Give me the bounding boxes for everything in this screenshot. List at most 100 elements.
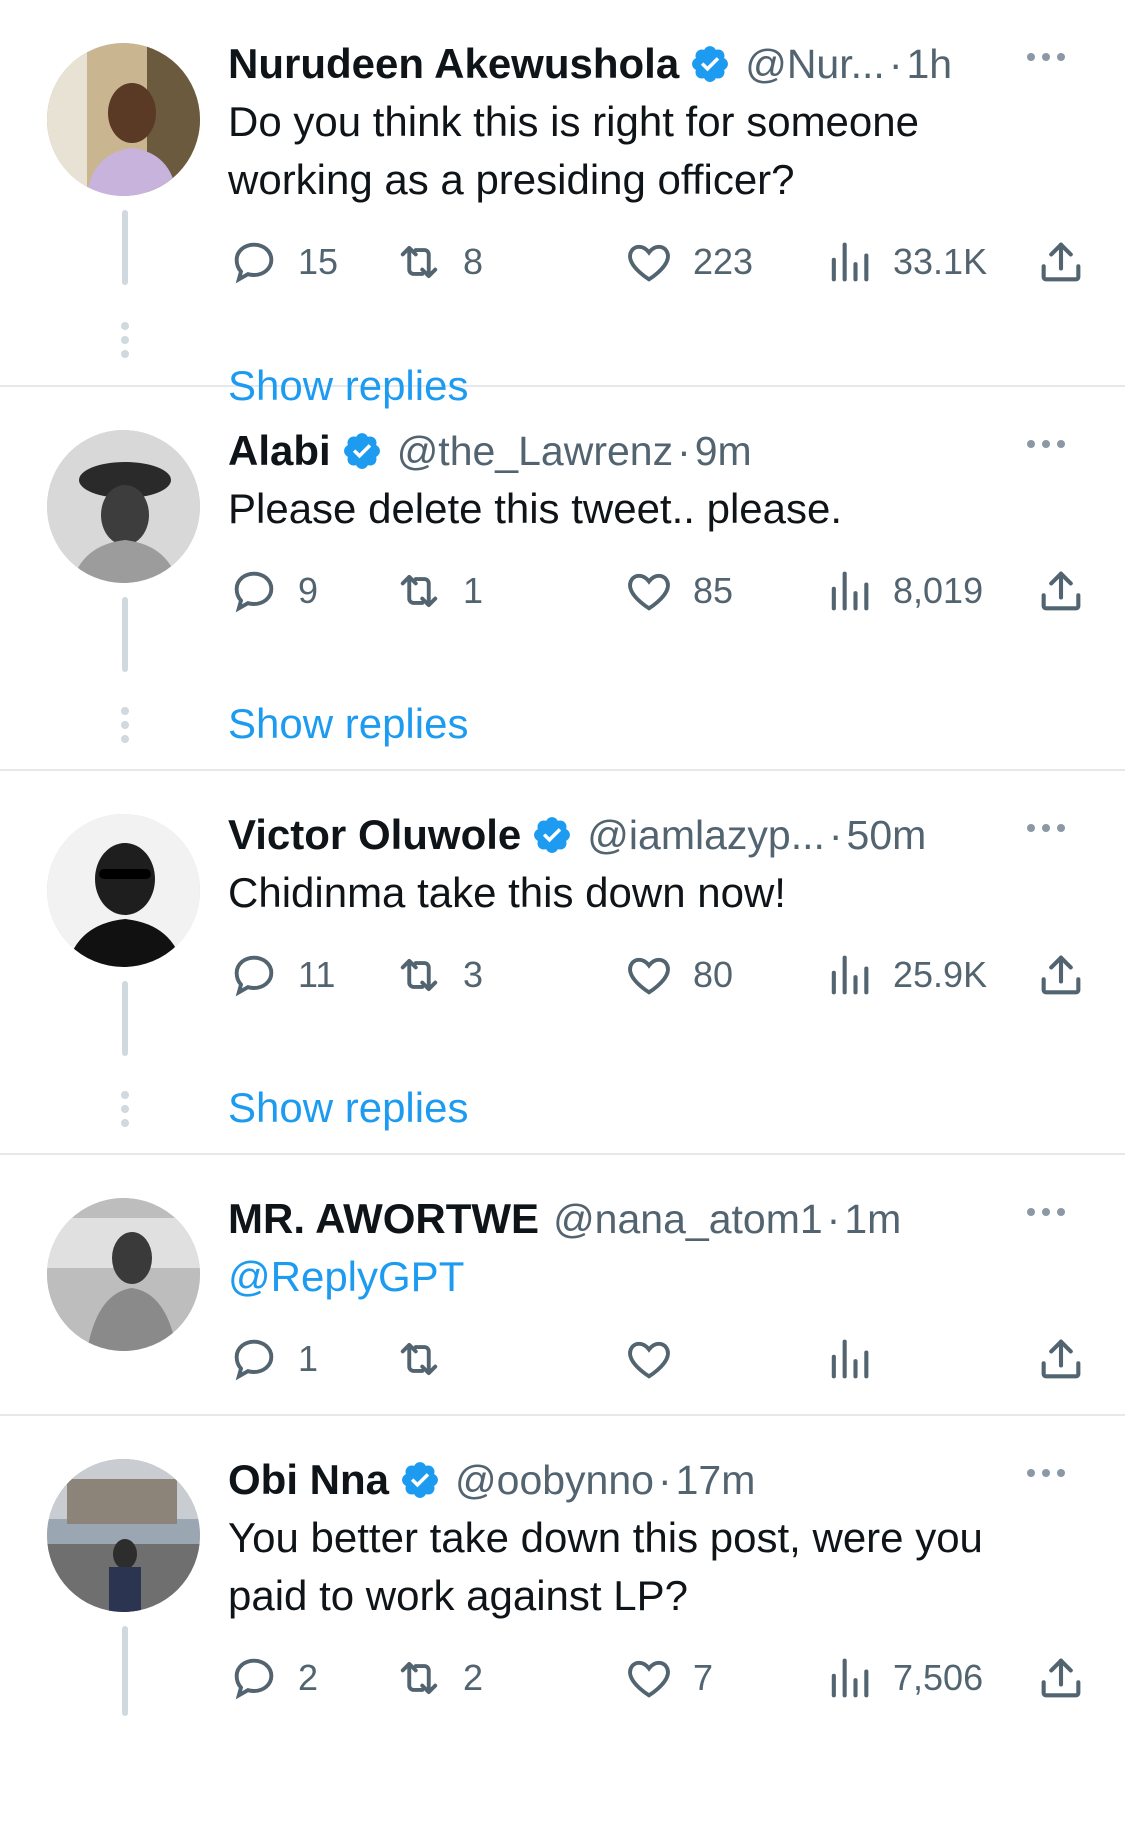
- reply-count: 9: [298, 570, 319, 611]
- view-count: 8,019: [893, 570, 984, 611]
- tweet[interactable]: Victor Oluwole @iamlazyp... · 50m Chidin…: [0, 771, 1125, 1155]
- tweet[interactable]: MR. AWORTWE @nana_atom1 · 1m @ReplyGPT 1: [0, 1155, 1125, 1416]
- views-icon: [831, 1339, 869, 1379]
- author-handle[interactable]: @iamlazyp...: [587, 812, 825, 859]
- reply-count: 15: [298, 241, 339, 282]
- verified-badge-icon: [343, 433, 380, 469]
- like-count: 85: [693, 570, 734, 611]
- show-replies-link[interactable]: Show replies: [228, 700, 468, 748]
- tweet[interactable]: Nurudeen Akewushola @Nur... · 1h Do you …: [0, 0, 1125, 409]
- show-replies-link[interactable]: Show replies: [228, 1084, 468, 1132]
- views-button[interactable]: 25.9K: [823, 940, 987, 1010]
- tweet-content: MR. AWORTWE @nana_atom1 · 1m @ReplyGPT 1: [228, 1190, 1085, 1394]
- views-button[interactable]: 7,506: [823, 1643, 983, 1713]
- reply-icon: [234, 571, 274, 613]
- reply-button[interactable]: 11: [228, 940, 335, 1010]
- like-button[interactable]: 223: [623, 227, 753, 297]
- tweet-text: Chidinma take this down now!: [228, 864, 1085, 922]
- more-icon[interactable]: [1027, 1208, 1065, 1216]
- tweet-text: You better take down this post, were you…: [228, 1509, 1085, 1625]
- author-name[interactable]: MR. AWORTWE: [228, 1195, 539, 1243]
- like-button[interactable]: 85: [623, 556, 733, 626]
- mention-link[interactable]: @ReplyGPT: [228, 1248, 1085, 1306]
- retweet-button[interactable]: 1: [393, 556, 483, 626]
- avatar[interactable]: [47, 1459, 200, 1612]
- retweet-button[interactable]: 3: [393, 940, 483, 1010]
- timestamp[interactable]: 50m: [847, 812, 927, 859]
- action-bar: 9 1 85 8,019: [228, 556, 1085, 626]
- author-name[interactable]: Obi Nna: [228, 1456, 389, 1504]
- more-icon[interactable]: [1027, 440, 1065, 448]
- author-name[interactable]: Alabi: [228, 427, 331, 475]
- tweet-text-line: You better take down this post, were you: [228, 1514, 983, 1561]
- avatar[interactable]: [47, 1198, 200, 1351]
- separator-dot: ·: [826, 1195, 841, 1242]
- tweet-header: Victor Oluwole @iamlazyp... · 50m: [228, 806, 1085, 864]
- views-button[interactable]: 33.1K: [823, 227, 987, 297]
- author-name[interactable]: Nurudeen Akewushola: [228, 40, 679, 88]
- timestamp[interactable]: 17m: [676, 1457, 756, 1504]
- tweet-content: Victor Oluwole @iamlazyp... · 50m Chidin…: [228, 806, 1085, 1010]
- share-button[interactable]: [1035, 1643, 1087, 1713]
- views-button[interactable]: [823, 1324, 875, 1394]
- timestamp[interactable]: 1h: [906, 41, 952, 88]
- like-icon: [628, 573, 670, 611]
- retweet-button[interactable]: 8: [393, 227, 483, 297]
- like-icon: [628, 1341, 670, 1379]
- avatar[interactable]: [47, 430, 200, 583]
- timestamp[interactable]: 9m: [695, 428, 752, 475]
- author-handle[interactable]: @nana_atom1: [553, 1196, 823, 1243]
- views-icon: [831, 955, 869, 995]
- retweet-icon: [400, 574, 438, 608]
- share-button[interactable]: [1035, 1324, 1087, 1394]
- reply-button[interactable]: 1: [228, 1324, 318, 1394]
- separator-dot: ·: [657, 1456, 672, 1503]
- like-count: 80: [693, 954, 734, 995]
- tweet-text-line: paid to work against LP?: [228, 1572, 688, 1619]
- timestamp[interactable]: 1m: [844, 1196, 901, 1243]
- more-icon[interactable]: [1027, 824, 1065, 832]
- share-icon: [1041, 955, 1081, 995]
- share-button[interactable]: [1035, 227, 1087, 297]
- share-button[interactable]: [1035, 940, 1087, 1010]
- avatar[interactable]: [47, 43, 200, 196]
- like-button[interactable]: 80: [623, 940, 733, 1010]
- author-name[interactable]: Victor Oluwole: [228, 811, 521, 859]
- separator-dot: ·: [828, 811, 843, 858]
- retweet-count: 2: [463, 1657, 484, 1698]
- tweet-text-line: Please delete this tweet.. please.: [228, 485, 843, 532]
- retweet-icon: [400, 1342, 438, 1376]
- share-icon: [1041, 571, 1081, 611]
- reply-button[interactable]: 2: [228, 1643, 318, 1713]
- retweet-button[interactable]: 2: [393, 1643, 483, 1713]
- reply-button[interactable]: 9: [228, 556, 318, 626]
- tweet[interactable]: Obi Nna @oobynno · 17m You better take d…: [0, 1416, 1125, 1716]
- share-icon: [1041, 242, 1081, 282]
- action-bar: 15 8 223 33.1K: [228, 227, 1085, 297]
- reply-button[interactable]: 15: [228, 227, 338, 297]
- tweet-header: Obi Nna @oobynno · 17m: [228, 1451, 1085, 1509]
- retweet-count: 8: [463, 241, 484, 282]
- author-handle[interactable]: @Nur...: [745, 41, 885, 88]
- verified-badge-icon: [692, 46, 729, 82]
- retweet-count: 1: [463, 570, 484, 611]
- view-count: 25.9K: [893, 954, 988, 995]
- tweet[interactable]: Alabi @the_Lawrenz · 9m Please delete th…: [0, 387, 1125, 771]
- more-icon[interactable]: [1027, 53, 1065, 61]
- author-handle[interactable]: @oobynno: [455, 1457, 654, 1504]
- views-button[interactable]: 8,019: [823, 556, 983, 626]
- author-handle[interactable]: @the_Lawrenz: [397, 428, 673, 475]
- views-icon: [831, 242, 869, 282]
- action-bar: 2 2 7 7,506: [228, 1643, 1085, 1713]
- tweet-content: Obi Nna @oobynno · 17m You better take d…: [228, 1451, 1085, 1713]
- like-button[interactable]: [623, 1324, 675, 1394]
- like-button[interactable]: 7: [623, 1643, 713, 1713]
- reply-icon: [234, 1339, 274, 1381]
- retweet-button[interactable]: [393, 1324, 445, 1394]
- more-icon[interactable]: [1027, 1469, 1065, 1477]
- like-count: 223: [693, 241, 754, 282]
- verified-badge-icon: [534, 817, 571, 853]
- tweet-text: Please delete this tweet.. please.: [228, 480, 1085, 538]
- share-button[interactable]: [1035, 556, 1087, 626]
- avatar[interactable]: [47, 814, 200, 967]
